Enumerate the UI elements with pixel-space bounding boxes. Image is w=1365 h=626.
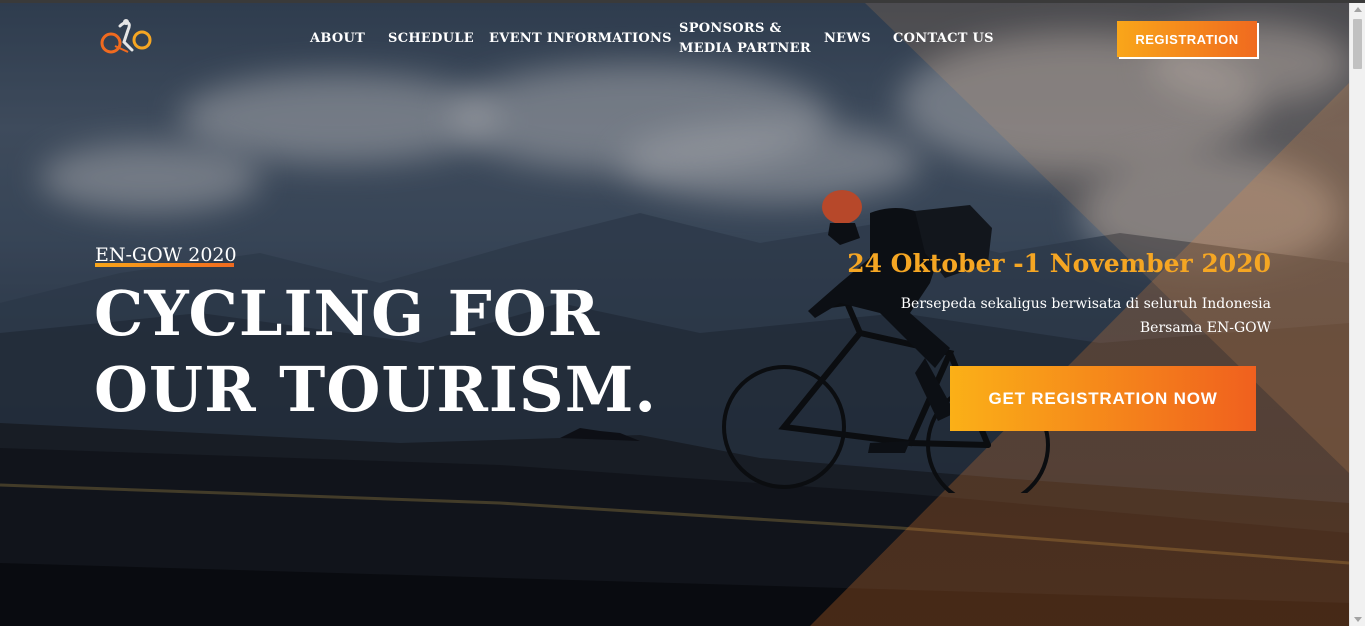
scrollbar-thumb[interactable]	[1353, 19, 1362, 69]
vertical-scrollbar[interactable]	[1349, 3, 1365, 626]
description-line2: Bersama EN-GOW	[1139, 320, 1271, 336]
nav-about[interactable]: ABOUT	[310, 29, 365, 49]
nav-sponsors-line2: MEDIA PARTNER	[679, 41, 811, 56]
get-registration-button[interactable]: GET REGISTRATION NOW	[950, 366, 1256, 431]
hero-headline: CYCLING FOR OUR TOURISM.	[94, 276, 734, 428]
window-top-border	[0, 0, 1365, 3]
event-eyebrow: EN-GOW 2020	[95, 244, 237, 266]
registration-button[interactable]: REGISTRATION	[1117, 21, 1257, 57]
event-date: 24 Oktober -1 November 2020	[847, 249, 1271, 278]
nav-event-informations[interactable]: EVENT INFORMATIONS	[489, 29, 672, 49]
nav-contact-us[interactable]: CONTACT US	[893, 29, 994, 49]
headline-line2: OUR TOURISM.	[94, 353, 657, 426]
nav-sponsors-media-partner[interactable]: SPONSORS & MEDIA PARTNER	[679, 19, 811, 59]
event-description: Bersepeda sekaligus berwisata di seluruh…	[851, 292, 1271, 340]
nav-sponsors-line1: SPONSORS &	[679, 21, 782, 36]
scroll-up-arrow-icon[interactable]	[1354, 7, 1362, 12]
scroll-down-arrow-icon[interactable]	[1354, 617, 1362, 622]
headline-line1: CYCLING FOR	[94, 277, 601, 350]
description-line1: Bersepeda sekaligus berwisata di seluruh…	[900, 296, 1271, 312]
nav-news[interactable]: NEWS	[824, 29, 871, 49]
nav-schedule[interactable]: SCHEDULE	[388, 29, 474, 49]
